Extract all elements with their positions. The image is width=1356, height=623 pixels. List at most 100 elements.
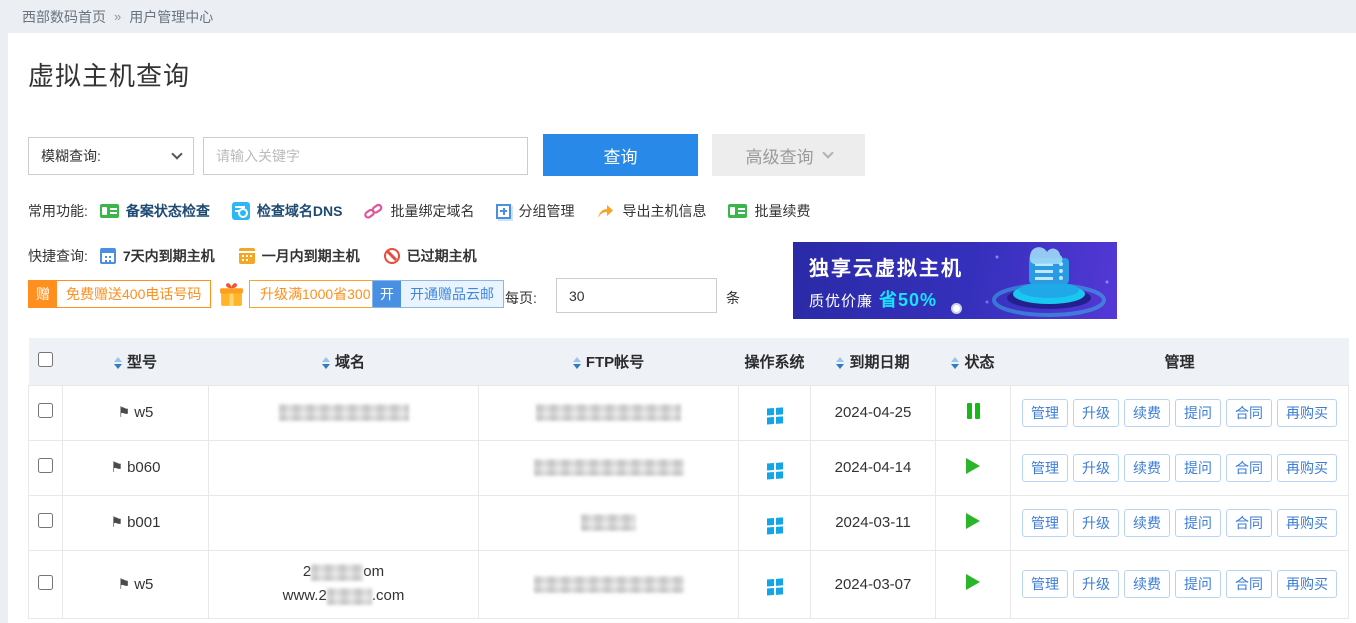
censored-ftp-account xyxy=(536,404,681,421)
upgrade-button[interactable]: 升级 xyxy=(1073,509,1119,537)
banner-subtitle: 质优价廉省50% xyxy=(809,286,937,312)
plus-square-icon xyxy=(496,204,511,219)
breadcrumb: 西部数码首页 » 用户管理中心 xyxy=(0,0,1356,33)
table-row: ⚑b001 2024-03-11 管理升级续费提问合同再购买 xyxy=(29,495,1349,550)
promo-label: 开通赠品云邮 xyxy=(401,281,503,307)
renew-button[interactable]: 续费 xyxy=(1124,509,1170,537)
function-check-domain-dns[interactable]: 检查域名DNS xyxy=(232,201,343,221)
rebuy-button[interactable]: 再购买 xyxy=(1277,454,1337,482)
manage-button[interactable]: 管理 xyxy=(1022,399,1068,427)
query-button[interactable]: 查询 xyxy=(543,134,698,176)
page-size-input[interactable] xyxy=(556,278,717,313)
page-size-label: 每页: xyxy=(505,288,537,308)
sort-expire[interactable] xyxy=(836,357,844,369)
function-batch-bind-domain[interactable]: 批量绑定域名 xyxy=(364,201,474,221)
page-title: 虚拟主机查询 xyxy=(28,56,190,93)
breadcrumb-current[interactable]: 用户管理中心 xyxy=(129,7,213,27)
chain-link-icon xyxy=(364,202,383,220)
expire-date: 2024-03-11 xyxy=(835,514,911,531)
status-running-icon xyxy=(966,458,980,474)
function-group-manage[interactable]: 分组管理 xyxy=(496,201,574,221)
column-header-manage: 管理 xyxy=(1164,354,1194,371)
manage-button[interactable]: 管理 xyxy=(1022,454,1068,482)
row-checkbox[interactable] xyxy=(38,458,53,473)
column-header-ftp: FTP帐号 xyxy=(586,354,644,371)
rebuy-button[interactable]: 再购买 xyxy=(1277,509,1337,537)
contract-button[interactable]: 合同 xyxy=(1226,570,1272,598)
ask-button[interactable]: 提问 xyxy=(1175,454,1221,482)
advanced-query-button[interactable]: 高级查询 xyxy=(712,134,865,176)
column-header-os: 操作系统 xyxy=(744,354,804,371)
renew-button[interactable]: 续费 xyxy=(1124,454,1170,482)
ask-button[interactable]: 提问 xyxy=(1175,570,1221,598)
domain-fragment: www.2 xyxy=(283,587,327,604)
contract-button[interactable]: 合同 xyxy=(1226,454,1272,482)
dns-check-icon xyxy=(232,202,250,220)
promo-label: 免费赠送400电话号码 xyxy=(57,281,210,307)
function-label: 分组管理 xyxy=(518,201,574,221)
promo-free-400-number[interactable]: 赠 免费赠送400电话号码 xyxy=(28,280,211,308)
rebuy-button[interactable]: 再购买 xyxy=(1277,399,1337,427)
table-row: ⚑b060 2024-04-14 管理升级续费提问合同再购买 xyxy=(29,440,1349,495)
keyword-input[interactable] xyxy=(203,137,528,175)
status-running-icon xyxy=(966,574,980,590)
rebuy-button[interactable]: 再购买 xyxy=(1277,570,1337,598)
expire-date: 2024-03-07 xyxy=(835,576,912,593)
promo-label: 升级满1000省300 xyxy=(249,280,382,308)
domain-fragment: .com xyxy=(372,587,405,604)
quick-query-label: 已过期主机 xyxy=(407,246,477,266)
column-header-status: 状态 xyxy=(964,354,994,371)
quick-queries-row: 快捷查询: 7天内到期主机 一月内到期主机 已过期主机 xyxy=(28,246,501,266)
ask-button[interactable]: 提问 xyxy=(1175,399,1221,427)
expire-date: 2024-04-25 xyxy=(835,404,912,421)
carousel-dot[interactable] xyxy=(951,303,962,314)
row-checkbox[interactable] xyxy=(38,575,53,590)
manage-button[interactable]: 管理 xyxy=(1022,570,1068,598)
column-header-model: 型号 xyxy=(127,354,157,371)
row-checkbox[interactable] xyxy=(38,403,53,418)
common-functions-row: 常用功能: 备案状态检查 检查域名DNS 批量绑定域名 分组管理 导出主机信息 … xyxy=(28,201,832,221)
forbidden-icon xyxy=(384,248,400,264)
promo-banner[interactable]: 独享云虚拟主机 质优价廉省50% xyxy=(793,242,1117,319)
function-label: 检查域名DNS xyxy=(257,201,343,221)
sort-status[interactable] xyxy=(951,357,959,369)
quick-expire-7days[interactable]: 7天内到期主机 xyxy=(100,246,215,266)
expire-date: 2024-04-14 xyxy=(835,459,912,476)
host-domains: 2om www.2.com xyxy=(209,560,478,608)
promo-upgrade-discount[interactable]: 升级满1000省300 xyxy=(218,280,382,308)
quick-query-label: 一月内到期主机 xyxy=(262,246,360,266)
function-export-host-info[interactable]: 导出主机信息 xyxy=(596,201,706,221)
renew-card-icon xyxy=(728,204,747,218)
windows-icon xyxy=(767,517,783,534)
quick-expire-month[interactable]: 一月内到期主机 xyxy=(239,246,360,266)
censored-domain xyxy=(311,564,363,581)
host-model: w5 xyxy=(134,576,153,593)
breadcrumb-home-link[interactable]: 西部数码首页 xyxy=(22,7,106,27)
promo-cloud-mail[interactable]: 开 开通赠品云邮 xyxy=(372,280,504,308)
select-all-checkbox[interactable] xyxy=(38,352,53,367)
sort-ftp[interactable] xyxy=(573,357,581,369)
calendar-blue-icon xyxy=(100,248,116,264)
renew-button[interactable]: 续费 xyxy=(1124,399,1170,427)
upgrade-button[interactable]: 升级 xyxy=(1073,454,1119,482)
function-label: 批量续费 xyxy=(754,201,810,221)
quick-expired[interactable]: 已过期主机 xyxy=(384,246,477,266)
page-size-unit: 条 xyxy=(726,288,740,308)
manage-button[interactable]: 管理 xyxy=(1022,509,1068,537)
ask-button[interactable]: 提问 xyxy=(1175,509,1221,537)
fuzzy-query-select[interactable]: 模糊查询: xyxy=(28,137,194,175)
export-arrow-icon xyxy=(596,203,615,220)
table-row: ⚑w5 2024-04-25 管理升级续费提问合同再购买 xyxy=(29,385,1349,440)
banner-title: 独享云虚拟主机 xyxy=(809,252,963,281)
row-checkbox[interactable] xyxy=(38,513,53,528)
contract-button[interactable]: 合同 xyxy=(1226,399,1272,427)
renew-button[interactable]: 续费 xyxy=(1124,570,1170,598)
upgrade-button[interactable]: 升级 xyxy=(1073,570,1119,598)
sort-domain[interactable] xyxy=(322,357,330,369)
function-record-status-check[interactable]: 备案状态检查 xyxy=(100,201,210,221)
upgrade-button[interactable]: 升级 xyxy=(1073,399,1119,427)
sort-model[interactable] xyxy=(114,357,122,369)
breadcrumb-separator: » xyxy=(114,9,121,24)
function-batch-renew[interactable]: 批量续费 xyxy=(728,201,810,221)
contract-button[interactable]: 合同 xyxy=(1226,509,1272,537)
